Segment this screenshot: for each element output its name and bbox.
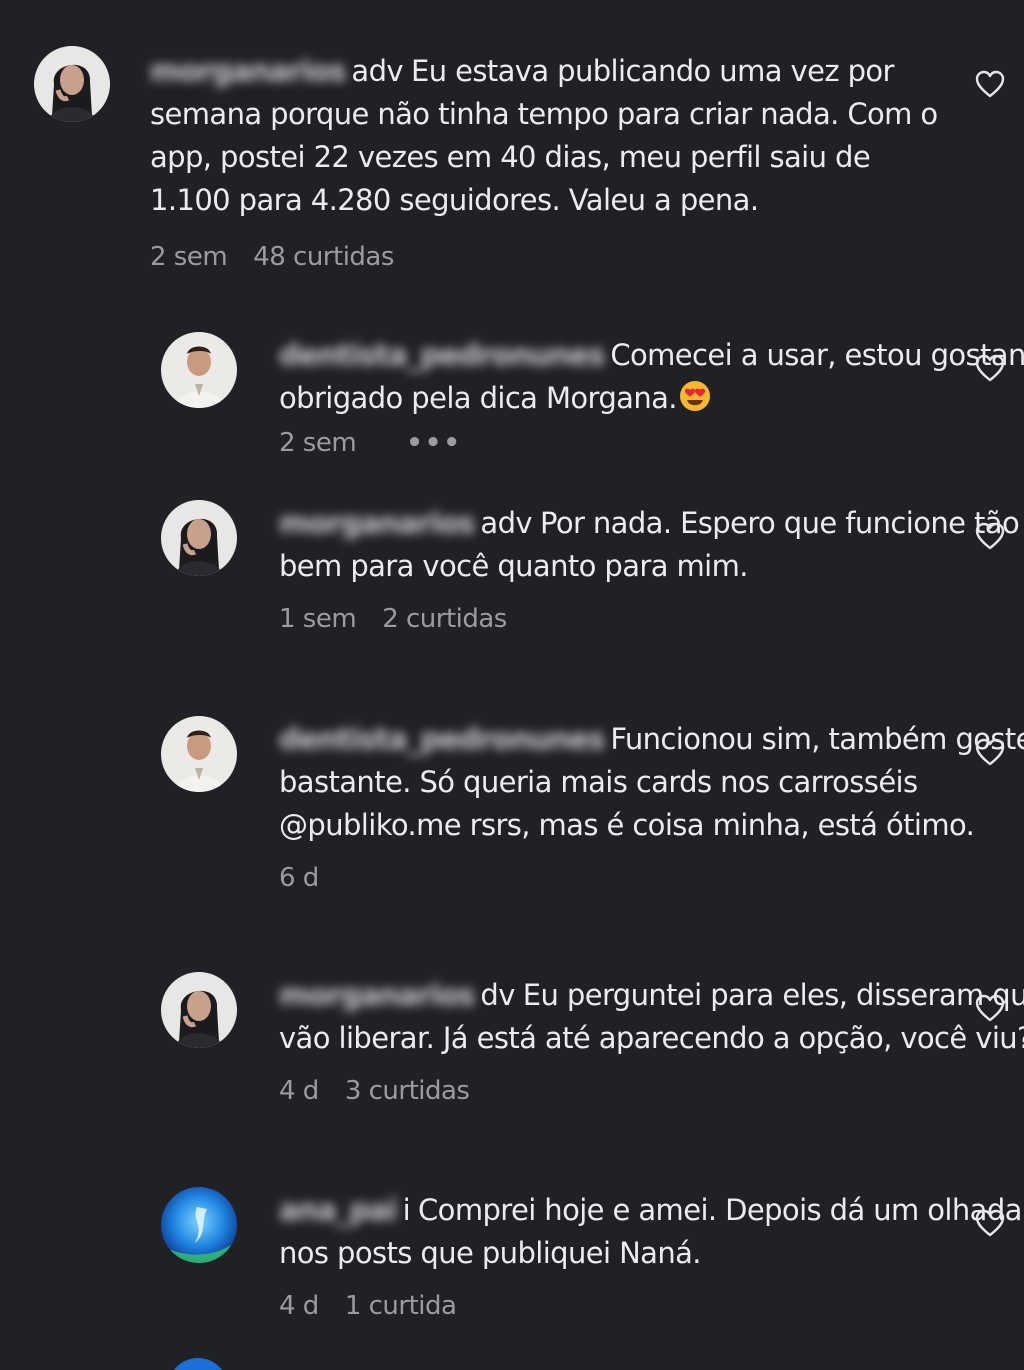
username-suffix[interactable]: dv	[480, 978, 515, 1012]
username[interactable]: dentista_pedronunes	[279, 334, 605, 377]
username-suffix[interactable]: adv	[480, 506, 532, 540]
like-icon[interactable]	[975, 738, 1005, 766]
username[interactable]: dentista_pedronunes	[279, 718, 605, 761]
more-options-icon[interactable]: •••	[406, 428, 462, 458]
username[interactable]: morganarios	[150, 50, 346, 93]
like-icon[interactable]	[975, 70, 1005, 98]
next-comment-avatar[interactable]	[168, 1358, 228, 1370]
like-icon[interactable]	[975, 994, 1005, 1022]
likes-count[interactable]: 48 curtidas	[253, 242, 394, 272]
likes-count[interactable]: 3 curtidas	[345, 1076, 470, 1106]
comment-time: 4 d	[279, 1291, 319, 1321]
avatar[interactable]	[161, 1187, 237, 1263]
likes-count[interactable]: 1 curtida	[345, 1291, 457, 1321]
avatar[interactable]	[161, 332, 237, 408]
comment-time: 4 d	[279, 1076, 319, 1106]
username[interactable]: morganarios	[279, 502, 475, 545]
comment-time: 1 sem	[279, 604, 357, 634]
like-icon[interactable]	[975, 522, 1005, 550]
like-icon[interactable]	[975, 354, 1005, 382]
avatar[interactable]	[161, 716, 237, 792]
username-suffix[interactable]: adv	[351, 54, 403, 88]
avatar[interactable]	[161, 972, 237, 1048]
comment-time: 2 sem	[150, 242, 228, 272]
avatar[interactable]	[34, 46, 110, 122]
comment-time: 2 sem	[279, 428, 357, 458]
heart-eyes-emoji-icon	[679, 381, 710, 411]
username[interactable]: ana_pai	[279, 1189, 398, 1232]
comment-time: 6 d	[279, 863, 319, 893]
like-icon[interactable]	[975, 1209, 1005, 1237]
username[interactable]: morganarios	[279, 974, 475, 1017]
avatar[interactable]	[161, 500, 237, 576]
likes-count[interactable]: 2 curtidas	[382, 604, 507, 634]
username-suffix[interactable]: i	[403, 1193, 411, 1227]
